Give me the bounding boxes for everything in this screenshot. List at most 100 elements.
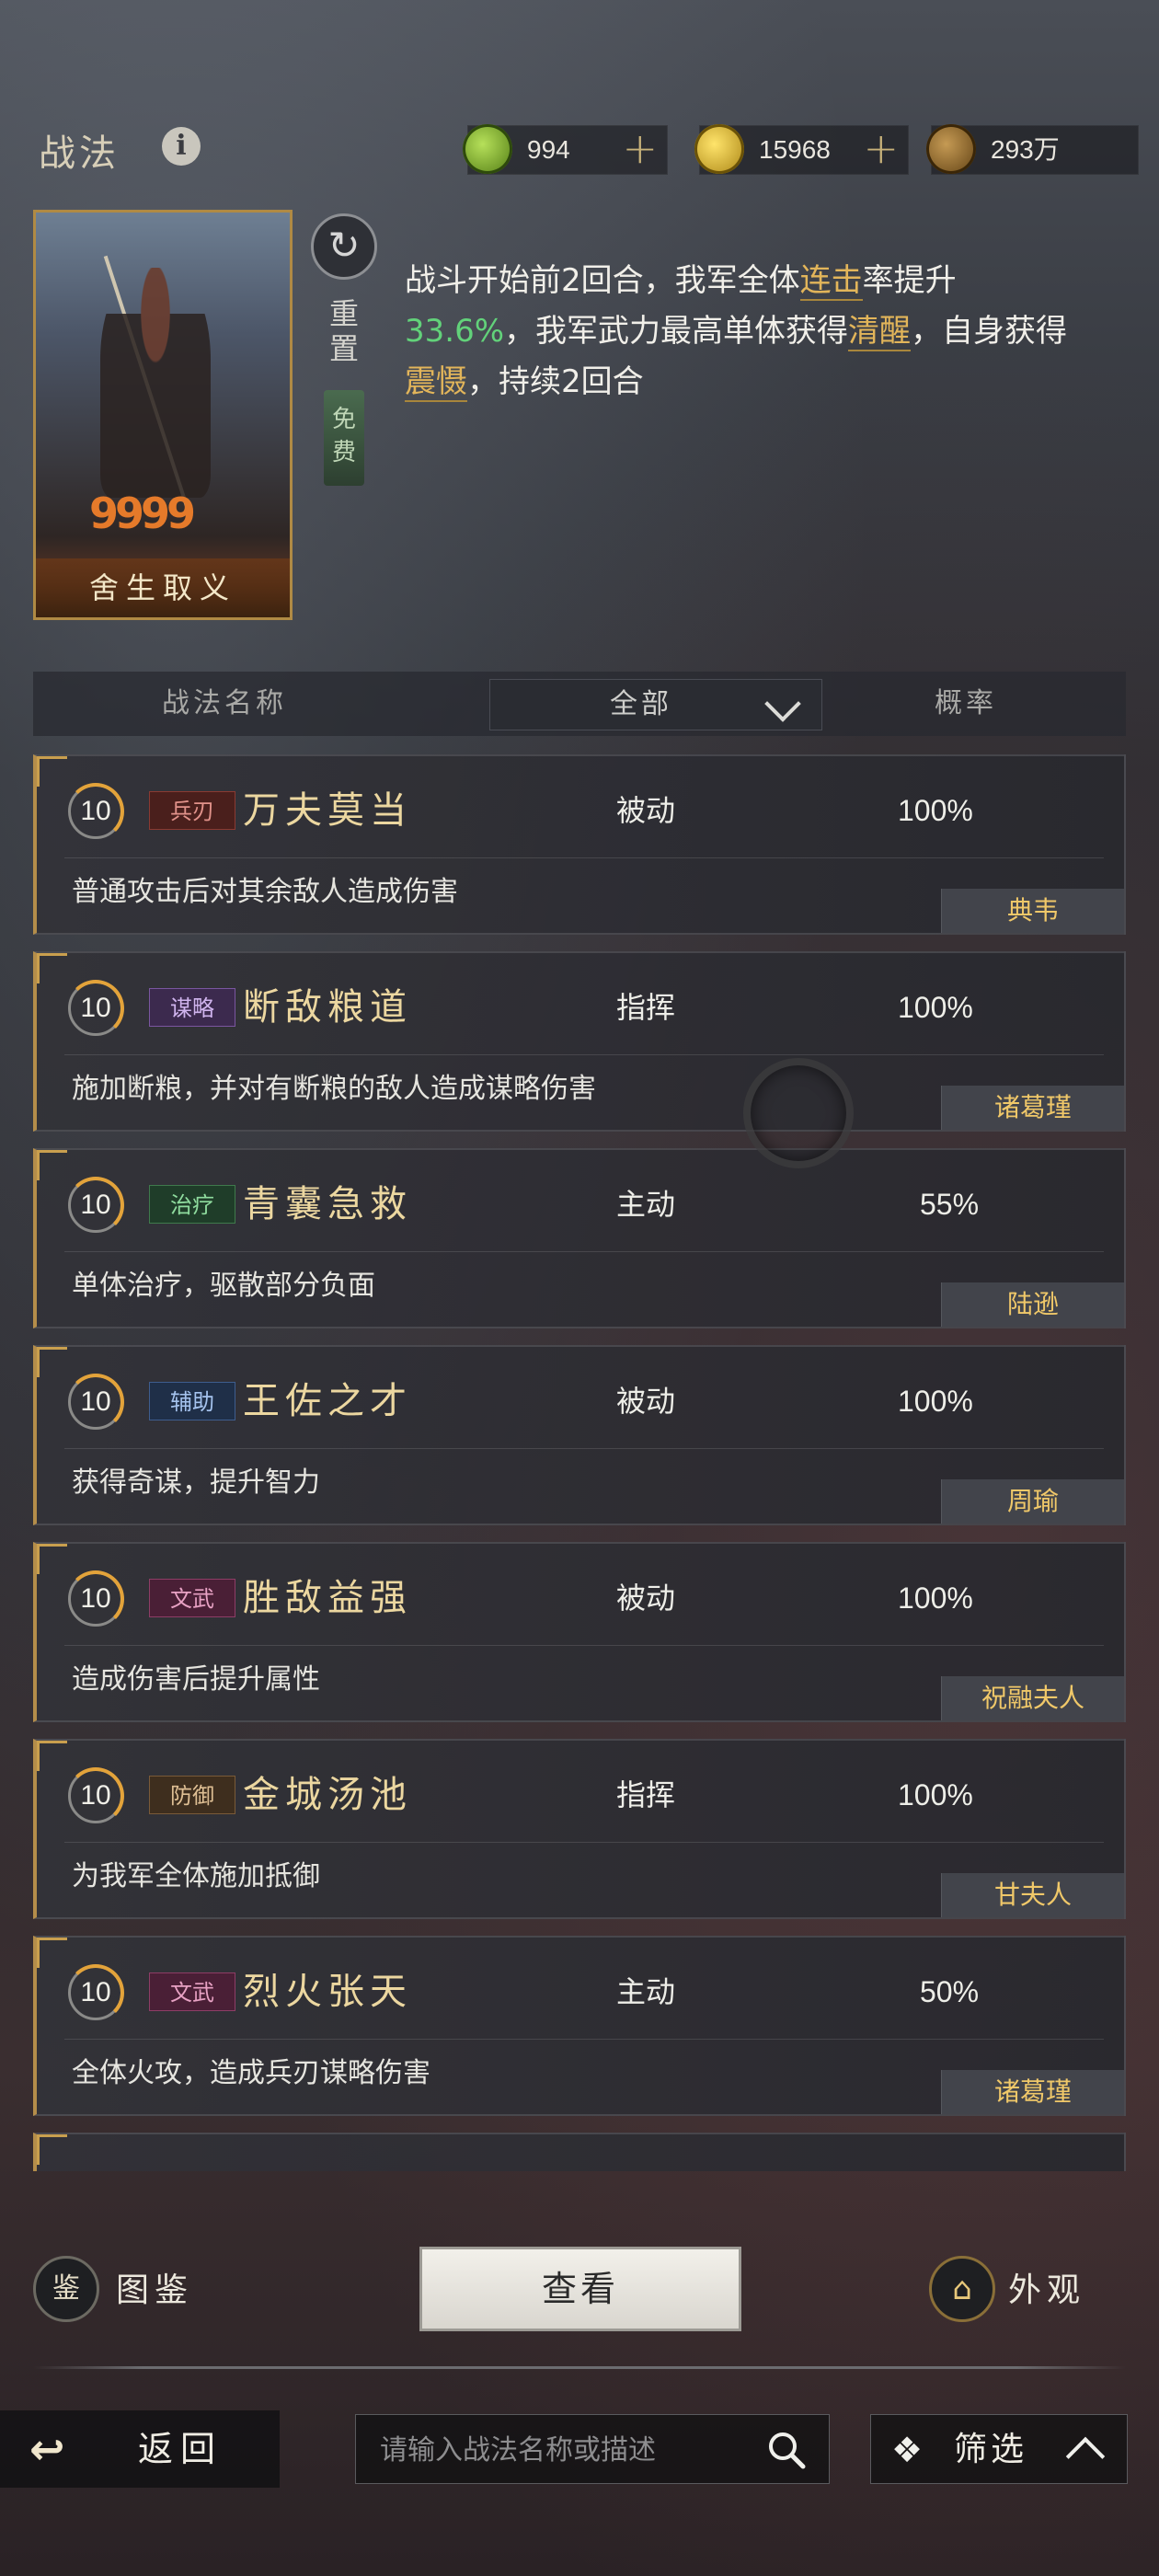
free-badge: 免费 [324, 390, 364, 486]
keyword-combo[interactable]: 连击 [799, 262, 863, 301]
view-button[interactable]: 查看 [419, 2247, 741, 2331]
search-icon[interactable] [764, 2428, 809, 2472]
resource-copper: 293万 [926, 124, 1139, 175]
add-gold-button[interactable]: + [863, 126, 899, 170]
search-box[interactable] [355, 2414, 830, 2485]
desc-text: ，持续2回合 [467, 363, 644, 400]
skill-owner: 周瑜 [941, 1479, 1124, 1524]
info-icon[interactable]: i [162, 127, 201, 166]
gold-amount: 15968 [759, 135, 831, 164]
gold-coin-icon [694, 124, 744, 174]
back-arrow-icon: ↩ [29, 2424, 65, 2474]
skill-desc: 单体治疗，驱散部分负面 [72, 1270, 375, 1302]
skill-name: 青囊急救 [243, 1183, 412, 1225]
skill-row[interactable]: 10 兵刃 万夫莫当 被动 100% 普通攻击后对其余敌人造成伤害 典韦 [33, 754, 1126, 935]
chevron-up-icon [1065, 2436, 1106, 2477]
skill-tag: 文武 [149, 1579, 235, 1617]
skill-rate: 100% [898, 1581, 973, 1615]
desc-text: ，自身获得 [911, 313, 1068, 350]
keyword-awake[interactable]: 清醒 [848, 313, 912, 351]
skill-type: 被动 [616, 1384, 676, 1419]
skill-owner: 甘夫人 [941, 1873, 1124, 1917]
row-divider [64, 1251, 1104, 1252]
filter-label: 筛选 [954, 2431, 1028, 2468]
back-button[interactable]: ↩ 返回 [0, 2410, 280, 2488]
search-input[interactable] [378, 2415, 750, 2485]
reset-button[interactable]: 重置 [324, 296, 364, 366]
skill-name: 王佐之才 [243, 1380, 412, 1422]
codex-icon: 鉴 [33, 2256, 99, 2322]
add-jade-button[interactable]: + [622, 126, 658, 170]
resource-jade: 994 + [463, 124, 668, 175]
skill-tag: 治疗 [149, 1185, 235, 1224]
jade-amount: 994 [527, 135, 570, 164]
skill-rate: 55% [920, 1188, 980, 1221]
skill-rate: 50% [920, 1975, 980, 2008]
skill-name: 金城汤池 [243, 1774, 412, 1816]
skill-name: 胜敌益强 [243, 1577, 412, 1619]
skill-type: 被动 [616, 793, 676, 828]
chevron-down-icon [764, 685, 801, 722]
back-label: 返回 [138, 2429, 224, 2469]
keyword-deter[interactable]: 震慑 [405, 363, 467, 402]
skill-name: 断敌粮道 [243, 986, 412, 1029]
skill-row[interactable]: 10 治疗 青囊急救 主动 55% 单体治疗，驱散部分负面 陆逊 [33, 1148, 1126, 1328]
skill-row[interactable]: 10 辅助 王佐之才 被动 100% 获得奇谋，提升智力 周瑜 [33, 1345, 1126, 1525]
column-skill-name: 战法名称 [162, 687, 287, 719]
filter-button[interactable]: ❖ 筛选 [870, 2414, 1128, 2484]
row-divider [64, 1448, 1104, 1449]
skill-owner: 陆逊 [941, 1282, 1124, 1327]
skill-level: 10 [67, 783, 124, 840]
skill-desc: 全体火攻，造成兵刃谋略伤害 [72, 2057, 430, 2089]
row-divider [64, 857, 1104, 858]
desc-number: 33.6% [405, 313, 505, 350]
copper-coin-icon [926, 124, 976, 174]
skill-rate: 100% [898, 794, 973, 827]
skill-description: 战斗开始前2回合，我军全体连击率提升 33.6%，我军武力最高单体获得清醒，自身获… [405, 256, 1085, 408]
row-divider [64, 1645, 1104, 1646]
skill-type: 指挥 [616, 1777, 676, 1812]
skill-rate: 100% [898, 1778, 973, 1811]
card-art-general [100, 268, 211, 498]
top-bar: 战法 i 994 + 15968 + 293万 [0, 101, 1159, 193]
skill-row[interactable]: 10 文武 烈火张天 主动 50% 全体火攻，造成兵刃谋略伤害 诸葛瑾 [33, 1936, 1126, 2116]
category-filter-value: 全部 [610, 688, 672, 720]
skill-card[interactable]: 9999 舍生取义 [33, 210, 293, 620]
page-title: 战法 [39, 132, 120, 175]
skill-desc: 为我军全体施加抵御 [72, 1860, 320, 1892]
card-flag-icons: 9999 [89, 489, 196, 538]
skill-desc: 普通攻击后对其余敌人造成伤害 [72, 876, 458, 908]
skill-tag: 兵刃 [149, 791, 235, 830]
skill-type: 被动 [616, 1581, 676, 1616]
copper-amount: 293万 [991, 135, 1060, 164]
skill-tag: 辅助 [149, 1382, 235, 1420]
skill-row[interactable]: 10 谋略 断敌粮道 指挥 100% 施加断粮，并对有断粮的敌人造成谋略伤害 诸… [33, 951, 1126, 1132]
reset-icon[interactable]: ↻ [311, 213, 377, 280]
skill-row[interactable]: 10 文武 胜敌益强 被动 100% 造成伤害后提升属性 祝融夫人 [33, 1542, 1126, 1722]
bottom-divider [33, 2366, 1126, 2369]
skill-rate: 100% [898, 991, 973, 1024]
resource-gold: 15968 + [694, 124, 909, 175]
pavilion-icon: ⌂ [929, 2256, 995, 2322]
skill-desc: 获得奇谋，提升智力 [72, 1466, 320, 1499]
skill-list[interactable]: 10 兵刃 万夫莫当 被动 100% 普通攻击后对其余敌人造成伤害 典韦 10 … [33, 754, 1126, 2171]
jade-coin-icon [463, 124, 512, 174]
skill-tag: 谋略 [149, 988, 235, 1027]
appearance-label: 外观 [1008, 2271, 1086, 2309]
desc-text: 战斗开始前2回合，我军全体 [405, 262, 800, 299]
skill-level: 10 [67, 1374, 124, 1431]
touch-indicator [743, 1058, 854, 1168]
skill-row-partial[interactable] [33, 2133, 1126, 2171]
skill-row[interactable]: 10 防御 金城汤池 指挥 100% 为我军全体施加抵御 甘夫人 [33, 1739, 1126, 1919]
table-header: 战法名称 全部 概率 [33, 672, 1126, 736]
skill-owner: 诸葛瑾 [941, 1086, 1124, 1130]
skill-name: 万夫莫当 [243, 789, 412, 832]
codex-button[interactable]: 鉴 图鉴 [33, 2256, 254, 2326]
category-filter-dropdown[interactable]: 全部 [489, 679, 822, 730]
codex-label: 图鉴 [116, 2271, 194, 2309]
skill-owner: 诸葛瑾 [941, 2070, 1124, 2114]
appearance-button[interactable]: ⌂ 外观 [929, 2256, 1131, 2326]
card-name: 舍生取义 [36, 558, 290, 617]
skill-level: 10 [67, 1964, 124, 2021]
skill-desc: 造成伤害后提升属性 [72, 1663, 320, 1696]
